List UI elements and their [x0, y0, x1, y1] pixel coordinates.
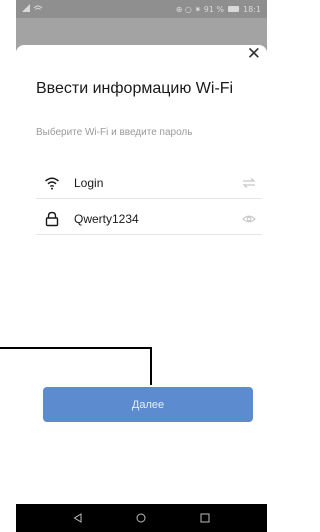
dialog-subtitle: Выберите Wi-Fi и введите пароль	[36, 127, 193, 138]
status-bar: ⊕ ○ ✷ 91 % 18:1	[16, 0, 267, 18]
eye-icon[interactable]	[242, 213, 256, 225]
dialog-title: Ввести информацию Wi-Fi	[36, 80, 234, 97]
switch-icon[interactable]	[242, 177, 256, 189]
ssid-value: Login	[74, 176, 104, 190]
close-icon[interactable]: ✕	[247, 44, 261, 64]
home-icon[interactable]	[136, 513, 146, 523]
recents-icon[interactable]	[200, 513, 210, 523]
battery-icon	[228, 6, 240, 12]
status-right: ⊕ ○ ✷ 91 % 18:1	[176, 5, 261, 14]
back-icon[interactable]	[73, 513, 83, 523]
signal-wifi-status-icons	[22, 4, 44, 14]
signal-icon	[22, 4, 43, 12]
navigation-bar	[16, 504, 267, 532]
callout-line-vertical	[150, 347, 152, 385]
status-time: 18:1	[243, 4, 261, 14]
ssid-field[interactable]: Login	[36, 168, 262, 199]
wifi-dialog: ✕ Ввести информацию Wi-Fi Выберите Wi-Fi…	[16, 44, 267, 504]
next-button[interactable]: Далее	[43, 387, 253, 422]
password-value: Qwerty1234	[74, 212, 139, 226]
status-text: ⊕ ○ ✷ 91 %	[175, 4, 225, 14]
password-field[interactable]: Qwerty1234	[36, 204, 262, 235]
phone-screen: ⊕ ○ ✷ 91 % 18:1 ✕ Ввести информацию Wi-F…	[16, 0, 267, 532]
callout-line-horizontal	[0, 347, 152, 349]
lock-icon	[45, 211, 59, 227]
wifi-icon	[45, 177, 59, 190]
